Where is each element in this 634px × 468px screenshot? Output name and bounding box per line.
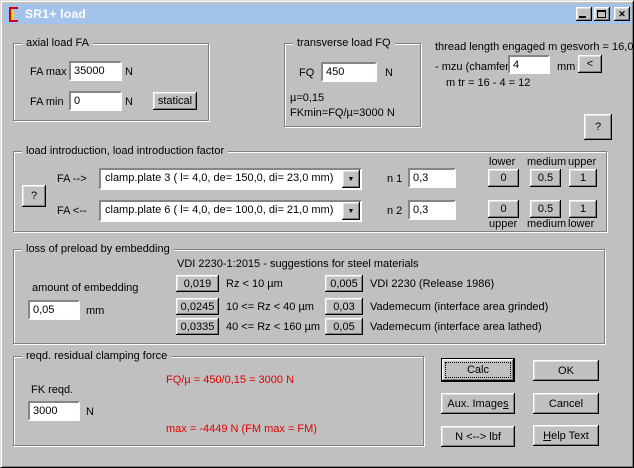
clamp-plate-1-dropdown-arrow-icon[interactable]: ▼ bbox=[342, 170, 360, 188]
statical-button[interactable]: statical bbox=[153, 92, 197, 110]
clamp-plate-1-combobox[interactable]: clamp.plate 3 ( l= 4,0, de= 150,0, di= 2… bbox=[99, 168, 362, 190]
load-introduction-group: load introduction, load introduction fac… bbox=[13, 151, 607, 232]
transverse-load-group: transverse load FQ FQ N µ=0,15 FKmin=FQ/… bbox=[284, 43, 421, 127]
vademecum-lathed-label: Vademecum (interface area lathed) bbox=[370, 321, 542, 334]
clamp-plate-1-value: clamp.plate 3 ( l= 4,0, de= 150,0, di= 2… bbox=[105, 172, 333, 184]
n2-input[interactable] bbox=[408, 200, 456, 220]
mu-value-text: µ=0,15 bbox=[290, 92, 324, 105]
window-title: SR1+ load bbox=[25, 7, 574, 21]
axial-load-group: axial load FA FA max N FA min N statical bbox=[13, 43, 209, 121]
n1-preset-1-button[interactable]: 1 bbox=[569, 169, 597, 187]
load-intro-help-button[interactable]: ? bbox=[22, 185, 46, 207]
n1-input[interactable] bbox=[408, 168, 456, 188]
rz40-label: 10 <= Rz < 40 µm bbox=[226, 301, 314, 314]
n1-preset-05-button[interactable]: 0.5 bbox=[530, 169, 561, 187]
fa-forward-label: FA --> bbox=[57, 173, 87, 186]
fa-max-unit: N bbox=[125, 66, 133, 79]
close-icon: ✕ bbox=[618, 9, 626, 20]
load-introduction-group-label: load introduction, load introduction fac… bbox=[22, 144, 228, 158]
n2-lower-label: lower bbox=[568, 218, 594, 231]
fk-reqd-label: FK reqd. bbox=[31, 384, 73, 397]
aux-images-mnemonic: s bbox=[503, 398, 509, 410]
mzu-chamfer-label: - mzu (chamfer) bbox=[435, 61, 513, 74]
clamping-force-group: reqd. residual clamping force FK reqd. N… bbox=[13, 356, 424, 446]
cancel-button[interactable]: Cancel bbox=[533, 393, 599, 414]
vademecum-lathed-value-button[interactable]: 0,05 bbox=[325, 318, 363, 335]
n-lbf-toggle-button[interactable]: N <--> lbf bbox=[441, 426, 515, 447]
vdi1986-value-button[interactable]: 0,005 bbox=[325, 275, 363, 292]
help-text-label: elp Text bbox=[551, 430, 589, 442]
vademecum-grinded-value-button[interactable]: 0,03 bbox=[325, 298, 363, 315]
sr1-load-dialog: SR1+ load ✕ axial load FA FA max N FA mi… bbox=[0, 0, 634, 468]
aux-images-button[interactable]: Aux. Images bbox=[441, 393, 515, 414]
calc-button[interactable]: Calc bbox=[441, 358, 515, 382]
thread-help-button[interactable]: ? bbox=[584, 114, 612, 140]
n2-medium-label: medium bbox=[527, 218, 566, 231]
vdi-header-text: VDI 2230-1:2015 - suggestions for steel … bbox=[177, 258, 419, 271]
fa-max-label: FA max bbox=[30, 66, 67, 79]
mzu-input[interactable] bbox=[508, 55, 550, 74]
n2-preset-1-button[interactable]: 1 bbox=[569, 200, 597, 218]
mzu-back-button[interactable]: < bbox=[578, 55, 602, 73]
clamp-plate-2-dropdown-arrow-icon[interactable]: ▼ bbox=[342, 202, 360, 220]
axial-load-group-label: axial load FA bbox=[22, 36, 93, 50]
minimize-button[interactable] bbox=[576, 7, 592, 21]
mzu-unit: mm bbox=[557, 61, 575, 74]
thread-length-text: thread length engaged m gesvorh = 16,0 bbox=[435, 41, 633, 54]
ok-button[interactable]: OK bbox=[533, 360, 599, 381]
n1-upper-label: upper bbox=[568, 156, 596, 169]
fa-min-label: FA min bbox=[30, 96, 64, 109]
rz160-value-button[interactable]: 0,0335 bbox=[176, 318, 219, 335]
fk-reqd-input[interactable] bbox=[28, 401, 80, 421]
fa-backward-label: FA <-- bbox=[57, 205, 87, 218]
fa-max-input[interactable] bbox=[69, 61, 122, 81]
maximize-button[interactable] bbox=[594, 7, 610, 21]
transverse-load-group-label: transverse load FQ bbox=[293, 36, 395, 50]
rz40-value-button[interactable]: 0,0245 bbox=[176, 298, 219, 315]
embedding-group-label: loss of preload by embedding bbox=[22, 242, 174, 256]
help-text-mnemonic: H bbox=[543, 430, 551, 442]
rz160-label: 40 <= Rz < 160 µm bbox=[226, 321, 320, 334]
n2-preset-05-button[interactable]: 0.5 bbox=[530, 200, 561, 218]
n1-lower-label: lower bbox=[489, 156, 515, 169]
n2-upper-label: upper bbox=[489, 218, 517, 231]
clamp-plate-2-combobox[interactable]: clamp.plate 6 ( l= 4,0, de= 100,0, di= 2… bbox=[99, 200, 362, 222]
fa-min-input[interactable] bbox=[69, 91, 122, 111]
n2-preset-0-button[interactable]: 0 bbox=[488, 200, 519, 218]
fq-unit: N bbox=[385, 67, 393, 80]
n2-label: n 2 bbox=[387, 205, 402, 218]
embedding-group: loss of preload by embedding VDI 2230-1:… bbox=[13, 249, 605, 344]
amount-embedding-input[interactable] bbox=[28, 300, 80, 320]
fa-min-unit: N bbox=[125, 96, 133, 109]
aux-images-label: Aux. Image bbox=[447, 398, 503, 410]
app-icon bbox=[7, 7, 21, 22]
fk-reqd-unit: N bbox=[86, 406, 94, 419]
clamping-force-group-label: reqd. residual clamping force bbox=[22, 349, 171, 363]
fq-mu-formula-text: FQ/µ = 450/0,15 = 3000 N bbox=[166, 374, 294, 387]
vdi1986-label: VDI 2230 (Release 1986) bbox=[370, 278, 494, 291]
fq-label: FQ bbox=[299, 67, 314, 80]
fq-input[interactable] bbox=[321, 62, 377, 82]
vademecum-grinded-label: Vademecum (interface area grinded) bbox=[370, 301, 548, 314]
mtr-formula-text: m tr = 16 - 4 = 12 bbox=[446, 77, 530, 90]
help-text-button[interactable]: Help Text bbox=[533, 425, 599, 446]
close-button[interactable]: ✕ bbox=[614, 7, 630, 21]
maximize-icon bbox=[597, 10, 606, 18]
amount-embedding-unit: mm bbox=[86, 305, 104, 318]
n1-preset-0-button[interactable]: 0 bbox=[488, 169, 519, 187]
n1-medium-label: medium bbox=[527, 156, 566, 169]
clamp-plate-2-value: clamp.plate 6 ( l= 4,0, de= 100,0, di= 2… bbox=[105, 204, 333, 216]
amount-embedding-label: amount of embedding bbox=[32, 282, 138, 295]
rz10-value-button[interactable]: 0,019 bbox=[176, 275, 219, 292]
fkmin-formula-text: FKmin=FQ/µ=3000 N bbox=[290, 107, 395, 120]
n1-label: n 1 bbox=[387, 173, 402, 186]
fm-max-warning-text: max = -4449 N (FM max = FM) bbox=[166, 423, 317, 436]
minimize-icon bbox=[579, 16, 586, 18]
title-bar: SR1+ load ✕ bbox=[4, 4, 632, 24]
rz10-label: Rz < 10 µm bbox=[226, 278, 283, 291]
